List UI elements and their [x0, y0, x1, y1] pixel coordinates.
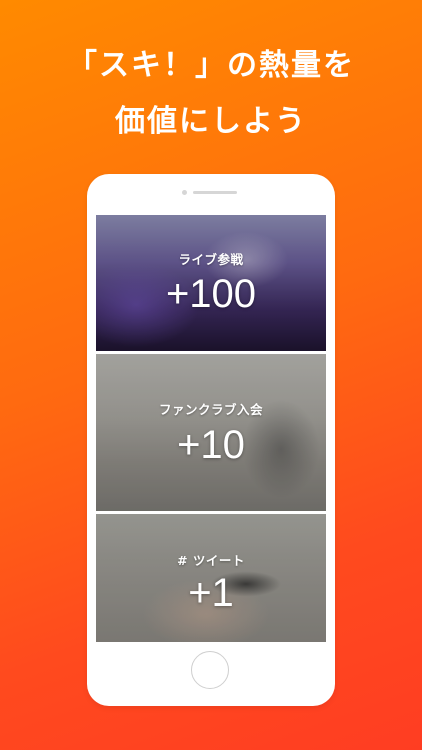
phone-screen: ライブ参戦 +100 ファンクラブ入会 +10 # ツイート +1: [96, 215, 326, 642]
card-live-event[interactable]: ライブ参戦 +100: [96, 215, 326, 351]
headline-line-2: 価値にしよう: [115, 104, 307, 139]
card-points: +100: [165, 272, 257, 316]
camera-icon: [182, 190, 187, 195]
card-label: ファンクラブ入会: [158, 402, 263, 417]
home-button[interactable]: [191, 651, 229, 689]
headline-line-1: 「スキ！」の熱量を: [67, 48, 355, 83]
card-tweet[interactable]: # ツイート +1: [96, 514, 326, 642]
card-points: +10: [177, 423, 245, 467]
card-fanclub[interactable]: ファンクラブ入会 +10: [96, 354, 326, 511]
card-label: ライブ参戦: [178, 252, 244, 267]
card-label: # ツイート: [177, 553, 245, 568]
speaker-grille: [193, 191, 237, 194]
card-points: +1: [188, 571, 234, 615]
phone-mockup: ライブ参戦 +100 ファンクラブ入会 +10 # ツイート +1: [87, 174, 335, 706]
